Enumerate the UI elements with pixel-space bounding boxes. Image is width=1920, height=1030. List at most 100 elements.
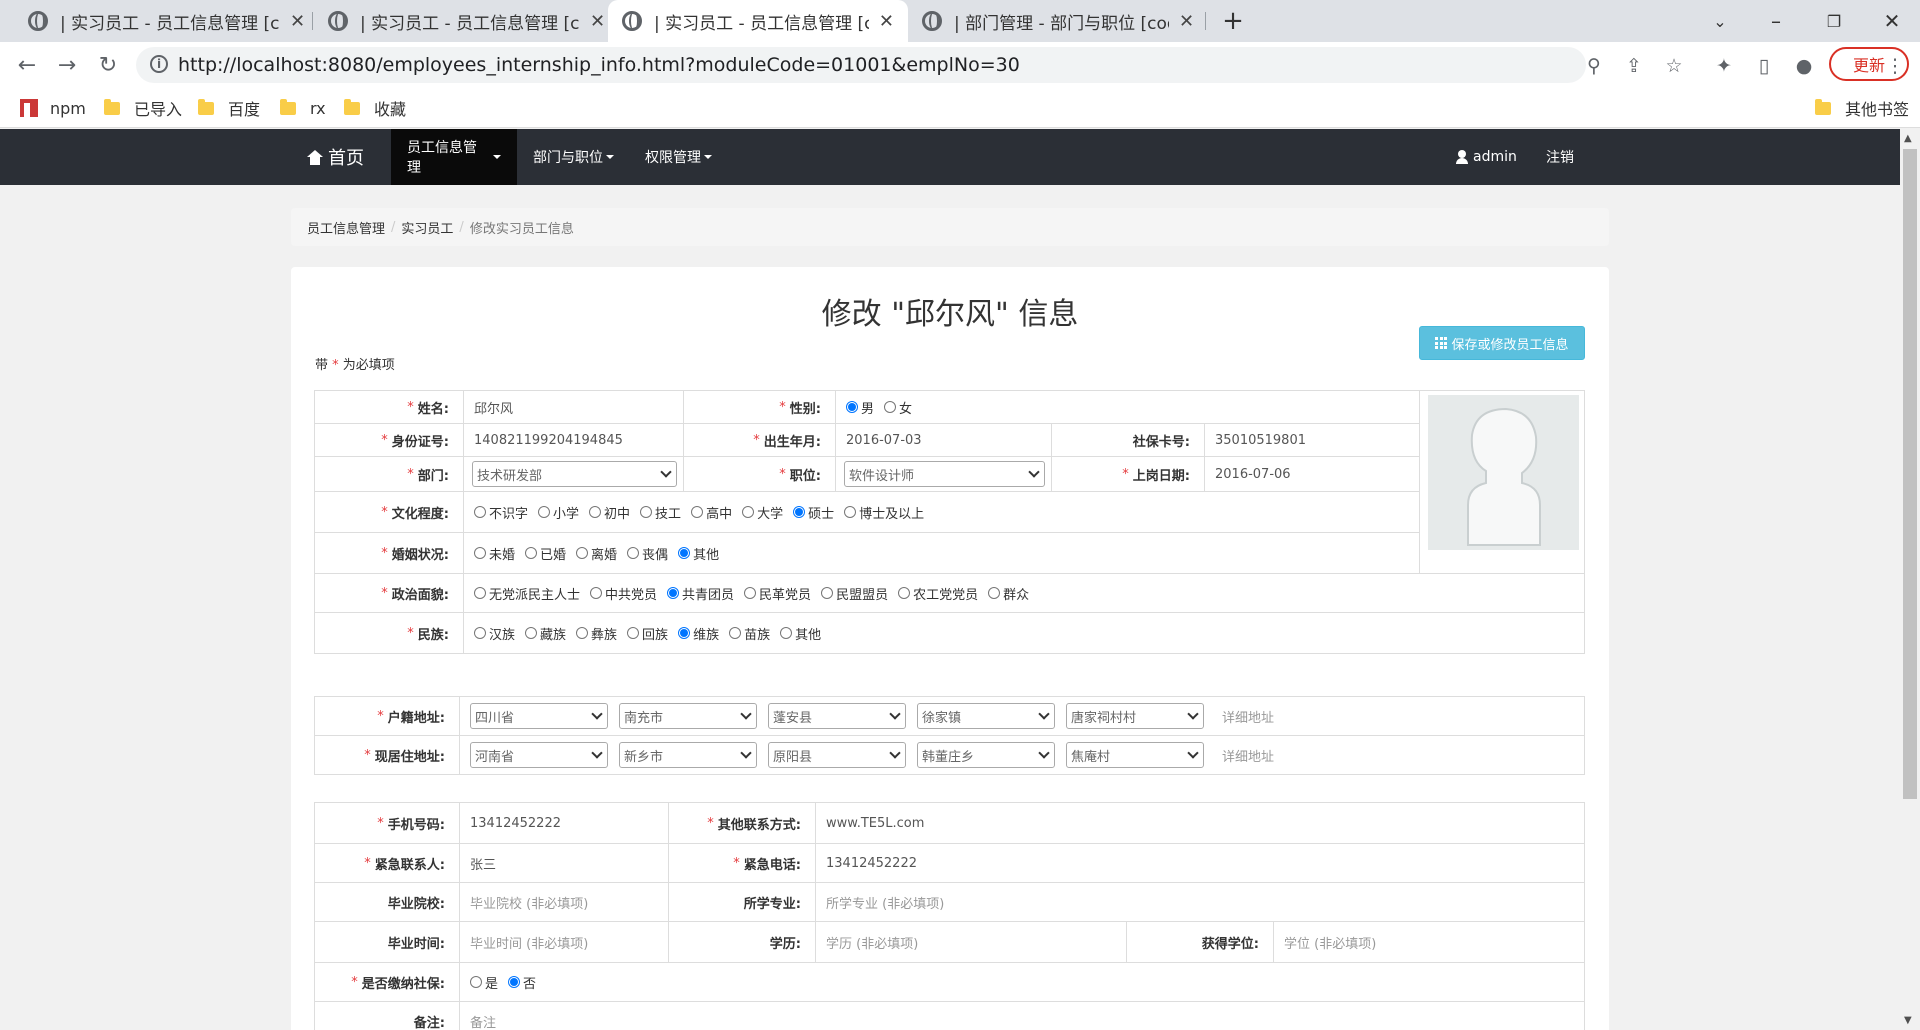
- save-button[interactable]: 保存或修改员工信息: [1419, 326, 1585, 360]
- name-field[interactable]: 邱尔风: [463, 390, 684, 424]
- dept-select[interactable]: 技术研发部: [472, 461, 677, 487]
- hukou-village-select[interactable]: 唐家祠村村: [1066, 703, 1204, 729]
- nav-logout[interactable]: 注销: [1530, 129, 1590, 185]
- minimize-icon[interactable]: –: [1748, 0, 1804, 42]
- emergency-phone-field[interactable]: 13412452222: [815, 843, 1585, 883]
- position-select[interactable]: 软件设计师: [844, 461, 1045, 487]
- menu-icon[interactable]: ⋮: [1883, 54, 1907, 78]
- nav-user[interactable]: admin: [1440, 129, 1533, 185]
- nav-home[interactable]: 首页: [292, 129, 380, 185]
- radio-political[interactable]: 群众: [988, 584, 1029, 603]
- close-window-icon[interactable]: ✕: [1864, 0, 1920, 42]
- onboard-field[interactable]: 2016-07-06: [1204, 456, 1420, 492]
- current-town-select[interactable]: 韩董庄乡: [917, 742, 1055, 768]
- emergency-field[interactable]: 张三: [459, 843, 669, 883]
- radio-ethnic[interactable]: 其他: [780, 624, 821, 643]
- profile-icon[interactable]: ●: [1792, 54, 1816, 78]
- birth-field[interactable]: 2016-07-03: [835, 423, 1052, 457]
- address-bar[interactable]: i http://localhost:8080/employees_intern…: [136, 47, 1586, 83]
- radio-ethnic-selected[interactable]: 维族: [678, 624, 719, 643]
- sidepanel-icon[interactable]: ▯: [1752, 54, 1776, 78]
- radio-marital[interactable]: 已婚: [525, 544, 566, 563]
- radio-political[interactable]: 民盟盟员: [821, 584, 888, 603]
- current-village-select[interactable]: 焦庵村: [1066, 742, 1204, 768]
- nav-department[interactable]: 部门与职位: [517, 129, 630, 185]
- radio-social-no[interactable]: 否: [508, 973, 536, 992]
- forward-icon[interactable]: →: [52, 50, 82, 80]
- current-detail-input[interactable]: 详细地址: [1222, 746, 1274, 765]
- radio-marital[interactable]: 离婚: [576, 544, 617, 563]
- radio-political[interactable]: 无党派民主人士: [474, 584, 580, 603]
- browser-tab[interactable]: | 实习员工 - 员工信息管理 [code ✕: [14, 0, 319, 42]
- browser-tab[interactable]: | 部门管理 - 部门与职位 [code5 ✕: [908, 0, 1208, 42]
- chevron-down-icon[interactable]: ⌄: [1692, 0, 1748, 42]
- radio-ethnic[interactable]: 苗族: [729, 624, 770, 643]
- star-icon[interactable]: ☆: [1662, 54, 1686, 78]
- radio-edu[interactable]: 博士及以上: [844, 503, 924, 522]
- info-icon[interactable]: i: [150, 55, 168, 73]
- breadcrumb-link[interactable]: 实习员工: [401, 218, 453, 237]
- bookmark-folder[interactable]: rx: [280, 96, 326, 120]
- nav-employee-info[interactable]: 员工信息管理: [391, 129, 517, 185]
- bookmark-folder[interactable]: 百度: [198, 96, 260, 120]
- other-bookmarks[interactable]: 其他书签: [1815, 96, 1909, 120]
- radio-edu[interactable]: 高中: [691, 503, 732, 522]
- radio-ethnic[interactable]: 汉族: [474, 624, 515, 643]
- close-icon[interactable]: ✕: [590, 11, 605, 32]
- idcard-field[interactable]: 140821199204194845: [463, 423, 684, 457]
- scroll-up-icon[interactable]: ▲: [1904, 133, 1912, 144]
- radio-edu[interactable]: 小学: [538, 503, 579, 522]
- bookmark-folder[interactable]: 已导入: [104, 96, 182, 120]
- school-input[interactable]: 毕业院校 (非必填项): [459, 882, 669, 922]
- title-input[interactable]: 学位 (非必填项): [1273, 921, 1585, 963]
- scroll-down-icon[interactable]: ▼: [1904, 1015, 1912, 1026]
- radio-edu[interactable]: 不识字: [474, 503, 528, 522]
- radio-marital[interactable]: 丧偶: [627, 544, 668, 563]
- radio-edu[interactable]: 初中: [589, 503, 630, 522]
- reload-icon[interactable]: ↻: [93, 50, 123, 80]
- extensions-icon[interactable]: ✦: [1712, 54, 1736, 78]
- scrollbar-thumb[interactable]: [1903, 149, 1917, 799]
- radio-ethnic[interactable]: 藏族: [525, 624, 566, 643]
- hukou-town-select[interactable]: 徐家镇: [917, 703, 1055, 729]
- radio-edu[interactable]: 技工: [640, 503, 681, 522]
- hukou-detail-input[interactable]: 详细地址: [1222, 707, 1274, 726]
- avatar[interactable]: [1428, 395, 1579, 550]
- social-field[interactable]: 35010519801: [1204, 423, 1420, 457]
- current-city-select[interactable]: 新乡市: [619, 742, 757, 768]
- close-icon[interactable]: ✕: [879, 11, 894, 32]
- radio-social-yes[interactable]: 是: [470, 973, 498, 992]
- major-input[interactable]: 所学专业 (非必填项): [815, 882, 1585, 922]
- radio-marital[interactable]: 未婚: [474, 544, 515, 563]
- browser-tab-active[interactable]: | 实习员工 - 员工信息管理 [code ✕: [608, 0, 908, 42]
- radio-political[interactable]: 民革党员: [744, 584, 811, 603]
- degree-input[interactable]: 学历 (非必填项): [815, 921, 1127, 963]
- radio-female[interactable]: 女: [884, 398, 912, 417]
- close-icon[interactable]: ✕: [1179, 11, 1194, 32]
- hukou-county-select[interactable]: 蓬安县: [768, 703, 906, 729]
- current-county-select[interactable]: 原阳县: [768, 742, 906, 768]
- breadcrumb-link[interactable]: 员工信息管理: [307, 218, 385, 237]
- radio-political[interactable]: 农工党党员: [898, 584, 978, 603]
- share-icon[interactable]: ⇪: [1622, 54, 1646, 78]
- close-icon[interactable]: ✕: [290, 11, 305, 32]
- grad-input[interactable]: 毕业时间 (非必填项): [459, 921, 669, 963]
- remark-input[interactable]: 备注: [459, 1001, 1585, 1030]
- radio-political[interactable]: 中共党员: [590, 584, 657, 603]
- restore-icon[interactable]: ❐: [1806, 0, 1862, 42]
- url-text[interactable]: http://localhost:8080/employees_internsh…: [178, 54, 1020, 76]
- zoom-icon[interactable]: ⚲: [1582, 54, 1606, 78]
- phone-field[interactable]: 13412452222: [459, 802, 669, 844]
- radio-political-selected[interactable]: 共青团员: [667, 584, 734, 603]
- nav-permission[interactable]: 权限管理: [629, 129, 728, 185]
- browser-tab[interactable]: | 实习员工 - 员工信息管理 [code ✕: [314, 0, 619, 42]
- other-contact-field[interactable]: www.TE5L.com: [815, 802, 1585, 844]
- radio-ethnic[interactable]: 彝族: [576, 624, 617, 643]
- radio-ethnic[interactable]: 回族: [627, 624, 668, 643]
- current-province-select[interactable]: 河南省: [470, 742, 608, 768]
- radio-male[interactable]: 男: [846, 398, 874, 417]
- bookmark-folder[interactable]: 收藏: [344, 96, 406, 120]
- back-icon[interactable]: ←: [12, 50, 42, 80]
- radio-marital-selected[interactable]: 其他: [678, 544, 719, 563]
- radio-edu-selected[interactable]: 硕士: [793, 503, 834, 522]
